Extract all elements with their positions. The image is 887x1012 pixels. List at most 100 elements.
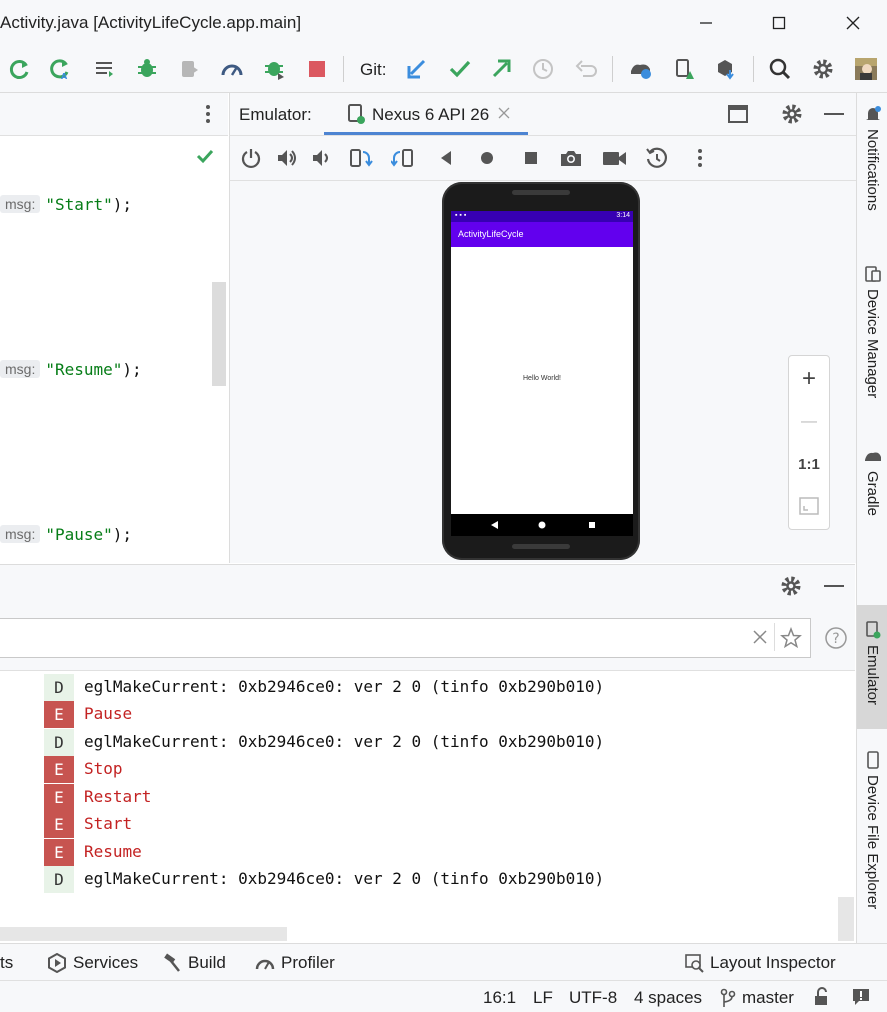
device-nav-bar [451,514,633,536]
logcat-output[interactable]: D eglMakeCurrent: 0xb2946ce0: ver 2 0 (t… [0,671,855,943]
git-rollback-button[interactable] [571,54,601,84]
logcat-settings-button[interactable] [780,575,802,597]
rerun-button[interactable] [5,54,35,84]
overview-button[interactable] [518,145,544,171]
maximize-icon [772,16,786,30]
branch-icon [720,988,736,1007]
device-manager-button[interactable] [626,54,656,84]
logcat-vertical-scrollbar[interactable] [838,897,854,941]
help-button[interactable]: ? [824,626,848,650]
sync-icon [676,59,694,79]
logcat-button[interactable] [90,54,120,84]
sync-button[interactable] [669,54,699,84]
git-branch[interactable]: master [720,988,794,1008]
editor-scrollbar[interactable] [212,282,226,386]
volume-up-button[interactable] [274,145,300,171]
fit-screen-button[interactable] [789,485,829,527]
screen-record-button[interactable] [602,145,628,171]
tab-close-button[interactable] [498,107,510,119]
tab-nexus-6-api-26[interactable]: Nexus 6 API 26 [324,93,528,135]
git-commit-button[interactable] [445,54,475,84]
apply-changes-button[interactable]: A [46,54,76,84]
debug-attach-button[interactable] [260,54,290,84]
git-update-button[interactable] [402,54,432,84]
file-encoding[interactable]: UTF-8 [569,988,617,1008]
indent-setting[interactable]: 4 spaces [634,988,702,1008]
rotate-right-button[interactable] [390,145,416,171]
log-line: E Start [0,811,850,838]
lock-button[interactable] [813,987,831,1007]
home-button[interactable] [474,145,500,171]
back-button[interactable] [433,145,459,171]
log-level-badge: D [44,866,74,893]
phone-frame: ▪ ▪ ▪ 3:14 ActivityLifeCycle Hello World… [442,182,640,560]
help-icon: ? [825,627,847,649]
hide-panel-button[interactable] [824,113,844,117]
search-button[interactable] [765,54,795,84]
tab-device-manager[interactable]: Device Manager [857,265,887,398]
screenshot-button[interactable] [558,145,584,171]
line-separator[interactable]: LF [533,988,553,1008]
rotate-left-button[interactable] [348,145,374,171]
main-toolbar: A Git: [0,46,887,93]
debug-button[interactable] [132,54,162,84]
panel-settings-button[interactable] [781,103,803,125]
logcat-horizontal-scrollbar[interactable] [0,927,287,941]
gear-icon [781,576,801,596]
tab-gradle[interactable]: Gradle [857,447,887,516]
git-push-button[interactable] [486,54,516,84]
minimize-button[interactable] [676,0,736,46]
log-message: eglMakeCurrent: 0xb2946ce0: ver 2 0 (tin… [84,732,605,751]
device-screen[interactable]: ▪ ▪ ▪ 3:14 ActivityLifeCycle Hello World… [451,211,633,514]
zoom-in-button[interactable]: + [789,358,829,400]
tool-tab-partial[interactable]: ts [0,953,13,973]
logcat-search-input[interactable] [0,618,811,658]
log-level-badge: E [44,839,74,866]
volume-down-button[interactable] [308,145,334,171]
tool-tab-services[interactable]: Services [47,953,138,973]
caret-position[interactable]: 16:1 [483,988,516,1008]
power-button[interactable] [238,145,264,171]
minimize-icon [824,585,844,587]
search-divider [774,623,775,651]
avatar[interactable] [851,54,881,84]
tab-label: Nexus 6 API 26 [372,105,490,124]
debug-attach-icon [265,62,284,80]
profile-button[interactable] [217,54,247,84]
attach-debugger-button[interactable] [175,54,205,84]
tool-tab-layout-inspector[interactable]: Layout Inspector [684,953,836,973]
device-icon [346,103,366,125]
active-tab-indicator [324,132,528,135]
tool-tab-label: ts [0,953,14,972]
code-string: "Resume" [45,359,123,379]
app-bar: ActivityLifeCycle [451,222,633,247]
snapshot-button[interactable] [644,145,670,171]
actual-size-button[interactable]: 1:1 [789,443,829,485]
code-editor[interactable]: msg: "Start" ); msg: "Resume" ); msg: "P… [0,136,228,563]
tab-device-file-explorer[interactable]: Device File Explorer [857,751,887,909]
close-button[interactable] [823,0,883,46]
sdk-manager-button[interactable] [711,54,741,84]
emulator-header: Emulator: Nexus 6 API 26 [229,93,856,136]
tab-emulator[interactable]: Emulator [857,605,887,729]
volume-down-icon [313,150,328,166]
zoom-out-button[interactable]: — [789,401,829,443]
home-icon [481,152,493,164]
maximize-panel-button[interactable] [727,104,749,124]
rerun-icon [9,60,29,79]
git-history-button[interactable] [528,54,558,84]
maximize-button[interactable] [749,0,809,46]
stop-button[interactable] [302,54,332,84]
more-options-button[interactable] [203,103,213,125]
more-controls-button[interactable] [687,145,713,171]
settings-button[interactable] [808,54,838,84]
tab-notifications[interactable]: Notifications [857,105,887,211]
git-push-icon [492,59,511,78]
log-level-badge: E [44,701,74,728]
clear-search-button[interactable] [752,629,768,645]
event-log-button[interactable] [851,987,871,1007]
tool-tab-profiler[interactable]: Profiler [255,953,335,973]
favorite-filter-button[interactable] [780,627,802,649]
hide-logcat-button[interactable] [824,585,844,589]
tool-tab-build[interactable]: Build [162,953,226,973]
